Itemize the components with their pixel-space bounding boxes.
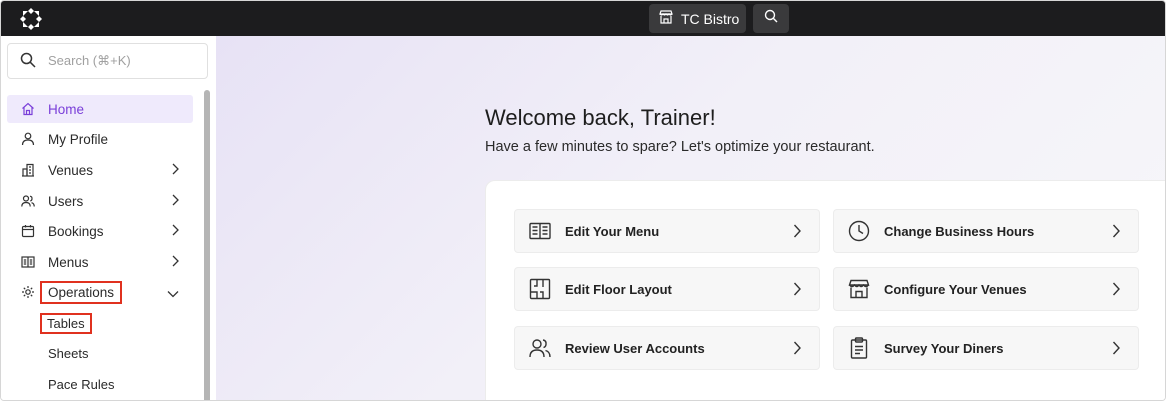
edit-floor-layout-button[interactable]: Edit Floor Layout [514, 267, 820, 311]
action-label: Change Business Hours [884, 223, 1035, 239]
menu-book-icon [21, 255, 35, 269]
app-window: TC Bistro Search (⌘+K) Home My Profile V… [0, 0, 1166, 401]
search-placeholder: Search (⌘+K) [48, 53, 131, 68]
sidebar-item-operations[interactable]: Operations [7, 278, 193, 306]
page-title: Welcome back, Trainer! [485, 105, 716, 130]
sidebar-item-label: Operations [39, 280, 123, 304]
sidebar-search-input[interactable]: Search (⌘+K) [7, 43, 208, 79]
top-bar: TC Bistro [1, 1, 1165, 36]
sidebar-scrollbar[interactable] [204, 90, 210, 400]
search-icon [20, 52, 36, 71]
survey-diners-button[interactable]: Survey Your Diners [833, 326, 1139, 370]
chevron-right-icon [793, 341, 801, 358]
home-icon [21, 102, 35, 116]
building-icon [21, 163, 35, 177]
sidebar-item-label: Users [48, 193, 84, 209]
sidebar-item-label: Venues [48, 162, 94, 178]
sidebar-item-label: My Profile [48, 131, 109, 147]
chevron-right-icon [793, 224, 801, 241]
sidebar-subitem-sheets[interactable]: Sheets [48, 346, 88, 361]
venue-switcher-button[interactable]: TC Bistro [649, 4, 746, 33]
change-business-hours-button[interactable]: Change Business Hours [833, 209, 1139, 253]
sidebar-item-label: Home [48, 101, 85, 117]
search-icon [764, 9, 778, 28]
chevron-right-icon [1112, 282, 1120, 299]
users-icon [529, 337, 551, 359]
menu-book-icon [529, 220, 551, 242]
sidebar-item-bookings[interactable]: Bookings [7, 217, 193, 245]
action-label: Edit Floor Layout [565, 281, 672, 297]
sidebar-item-label: Bookings [48, 223, 104, 239]
venue-label: TC Bistro [681, 10, 740, 27]
action-label: Configure Your Venues [884, 281, 1027, 297]
users-icon [21, 194, 35, 208]
action-label: Review User Accounts [565, 340, 705, 356]
action-label: Edit Your Menu [565, 223, 660, 239]
configure-venues-button[interactable]: Configure Your Venues [833, 267, 1139, 311]
clock-icon [848, 220, 870, 242]
gear-icon [21, 285, 35, 299]
chevron-right-icon [171, 163, 179, 178]
chevron-right-icon [1112, 224, 1120, 241]
sidebar-item-my-profile[interactable]: My Profile [7, 125, 193, 153]
top-search-button[interactable] [753, 4, 789, 33]
user-icon [21, 132, 35, 146]
storefront-icon [848, 278, 870, 300]
sidebar: Search (⌘+K) Home My Profile Venues User… [1, 36, 216, 400]
calendar-icon [21, 224, 35, 238]
storefront-icon [659, 10, 673, 27]
sidebar-item-label: Menus [48, 254, 89, 270]
sidebar-item-users[interactable]: Users [7, 187, 193, 215]
chevron-right-icon [171, 224, 179, 239]
sidebar-item-home[interactable]: Home [7, 95, 193, 123]
chevron-right-icon [793, 282, 801, 299]
chevron-right-icon [171, 194, 179, 209]
chevron-right-icon [171, 255, 179, 270]
page-subtitle: Have a few minutes to spare? Let's optim… [485, 139, 875, 155]
action-label: Survey Your Diners [884, 340, 1004, 356]
floor-plan-icon [529, 278, 551, 300]
chevron-down-icon [167, 286, 179, 301]
sidebar-item-venues[interactable]: Venues [7, 156, 193, 184]
sidebar-subitem-tables[interactable]: Tables [40, 313, 92, 334]
chevron-right-icon [1112, 341, 1120, 358]
clipboard-icon [848, 337, 870, 359]
sidebar-item-menus[interactable]: Menus [7, 248, 193, 276]
logo-icon[interactable] [19, 7, 43, 31]
review-user-accounts-button[interactable]: Review User Accounts [514, 326, 820, 370]
sidebar-subitem-pace-rules[interactable]: Pace Rules [48, 377, 114, 392]
edit-menu-button[interactable]: Edit Your Menu [514, 209, 820, 253]
